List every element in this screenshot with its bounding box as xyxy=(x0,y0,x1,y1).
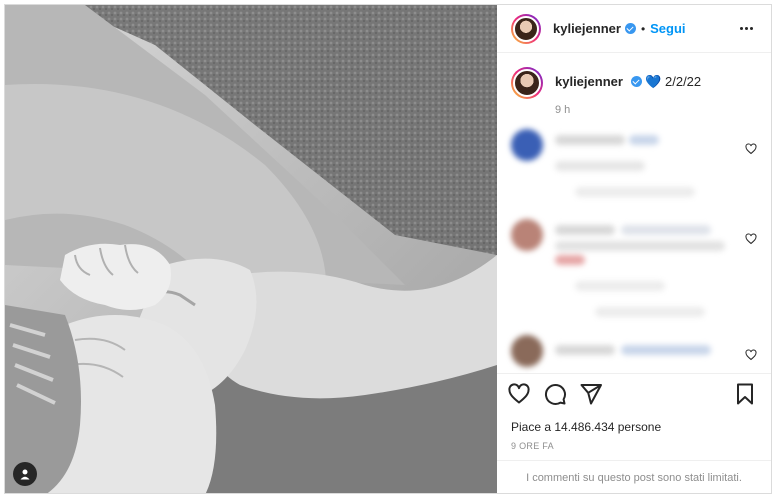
follow-button[interactable]: Segui xyxy=(650,21,685,36)
author-avatar[interactable] xyxy=(511,13,541,44)
separator-dot: • xyxy=(640,21,646,36)
comment-heart-icon[interactable] xyxy=(745,233,757,245)
caption-time: 9 h xyxy=(555,104,571,116)
verified-badge-icon xyxy=(630,76,642,87)
post-sidebar: kyliejenner • Segui kyliejenner 💙 2/2/22… xyxy=(497,5,771,493)
comment-heart-icon[interactable] xyxy=(745,349,757,361)
heart-icon[interactable] xyxy=(507,382,531,406)
author-username[interactable]: kyliejenner xyxy=(553,21,621,36)
post-time[interactable]: 9 ORE FA xyxy=(511,441,554,451)
bookmark-icon[interactable] xyxy=(733,382,757,406)
comment-heart-icon[interactable] xyxy=(745,143,757,155)
caption-avatar[interactable] xyxy=(511,67,543,99)
comment-icon[interactable] xyxy=(543,382,567,406)
caption: kyliejenner 💙 2/2/22 9 h xyxy=(497,53,771,119)
post-dialog: kyliejenner • Segui kyliejenner 💙 2/2/22… xyxy=(4,4,772,494)
blue-heart-emoji: 💙 xyxy=(645,74,662,89)
comments-limited-notice: I commenti su questo post sono stati lim… xyxy=(497,460,771,493)
caption-username[interactable]: kyliejenner xyxy=(555,74,623,89)
send-icon[interactable] xyxy=(579,382,603,406)
post-photo[interactable] xyxy=(5,5,497,493)
photo-scene xyxy=(5,5,497,493)
more-options-icon[interactable] xyxy=(736,23,757,34)
post-header: kyliejenner • Segui xyxy=(497,5,771,53)
likes-count[interactable]: Piace a 14.486.434 persone xyxy=(511,420,661,434)
post-actions: Piace a 14.486.434 persone 9 ORE FA I co… xyxy=(497,373,771,493)
caption-text: 2/2/22 xyxy=(665,74,702,89)
comments-list xyxy=(497,123,771,373)
verified-badge-icon xyxy=(624,23,636,34)
comments-limited-text: I commenti su questo post sono stati lim… xyxy=(526,472,742,484)
user-tag-icon[interactable] xyxy=(13,462,37,486)
